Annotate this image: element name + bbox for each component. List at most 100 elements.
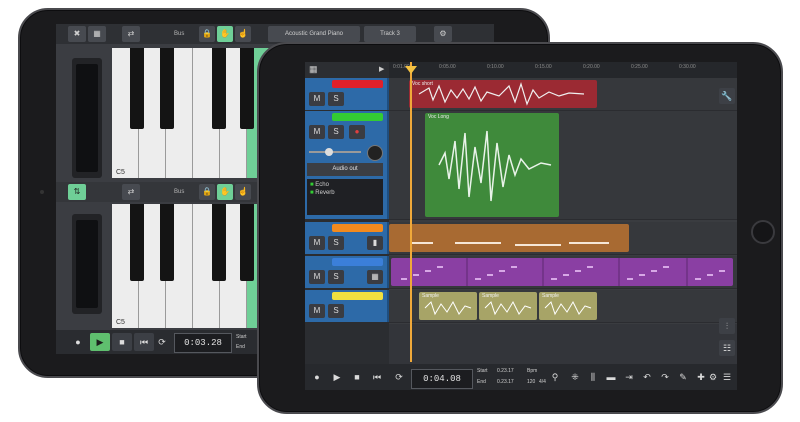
waveform	[424, 300, 472, 316]
effect-reverb[interactable]: ■ Reverb	[310, 190, 335, 196]
loop-button[interactable]: ⟳	[391, 369, 407, 385]
playhead-marker[interactable]	[405, 66, 417, 74]
snap-icon[interactable]: ⁜	[567, 369, 583, 385]
stop-button[interactable]: ■	[112, 333, 132, 351]
bus-label: Bus	[174, 189, 185, 195]
instrument-selector[interactable]: Acoustic Grand Piano	[268, 26, 360, 42]
stop-button[interactable]: ■	[349, 369, 365, 385]
eq-icon[interactable]: ☷	[719, 340, 735, 356]
track-lane-2[interactable]: Voc Long	[389, 111, 737, 220]
arrows-icon[interactable]: ⇄	[122, 184, 140, 200]
menu-icon[interactable]: ☰	[719, 369, 735, 385]
record-arm-button[interactable]: ●	[349, 125, 365, 139]
track-color	[332, 224, 383, 232]
front-transport-bar: ● ▶ ■ ⏮ ⟳ 0:04.08 Start End 0.23.17 0.23…	[305, 364, 737, 390]
track-header-3[interactable]: M S ▮	[305, 222, 389, 254]
black-key[interactable]	[160, 204, 174, 281]
front-tablet-screen: ▦ ▶ 0:01.00 0:05.00 0:10.00 0:15.00 0:20…	[305, 62, 737, 390]
bpm-value[interactable]: 120	[527, 379, 535, 385]
start-label: Start	[477, 368, 488, 374]
hand-alt-icon[interactable]: ☝	[235, 184, 251, 200]
effect-echo[interactable]: ■ Echo	[310, 182, 329, 188]
mute-button[interactable]: M	[309, 92, 325, 106]
piano-roll-icon[interactable]: ▬	[603, 369, 619, 385]
solo-button[interactable]: S	[328, 236, 344, 250]
record-button[interactable]: ●	[68, 333, 88, 351]
track-header-1[interactable]: M S	[305, 78, 389, 110]
black-key[interactable]	[160, 48, 174, 129]
audio-out-button[interactable]: Audio out	[307, 163, 383, 176]
mixer-icon[interactable]: ⫶	[719, 318, 735, 334]
track-lane-4[interactable]	[389, 256, 737, 289]
mute-button[interactable]: M	[309, 125, 325, 139]
wrench-icon[interactable]: 🔧	[719, 88, 735, 104]
sample-clip[interactable]: Sample	[539, 292, 597, 320]
grid-toggle[interactable]: ▦ ▶	[305, 62, 389, 78]
close-button[interactable]: ✖	[68, 26, 86, 42]
black-key[interactable]	[240, 48, 254, 129]
empty-lane[interactable]	[389, 324, 737, 365]
rewind-button[interactable]: ⏮	[134, 333, 154, 351]
pan-knob[interactable]	[367, 145, 383, 161]
bpm-label: Bpm	[527, 368, 538, 374]
sample-clip[interactable]: Sample	[479, 292, 537, 320]
keyboard-layout-icon[interactable]: ⇅	[68, 184, 86, 200]
black-key[interactable]	[212, 48, 226, 129]
play-button[interactable]: ▶	[90, 333, 110, 351]
sample-clip[interactable]: Sample	[419, 292, 477, 320]
pattern-clip-purple[interactable]	[391, 258, 733, 286]
black-key[interactable]	[240, 204, 254, 281]
pitch-wheel[interactable]	[72, 58, 102, 178]
solo-button[interactable]: S	[328, 270, 344, 284]
solo-button[interactable]: S	[328, 125, 344, 139]
lock-icon[interactable]: 🔒	[199, 184, 215, 200]
black-key[interactable]	[130, 204, 144, 281]
redo-icon[interactable]: ↷	[657, 369, 673, 385]
piano-icon[interactable]: ▦	[88, 26, 106, 42]
metronome-icon[interactable]: ⚲	[547, 369, 563, 385]
midi-notes	[411, 242, 609, 246]
time-signature[interactable]: 4/4	[539, 379, 546, 385]
record-button[interactable]: ●	[309, 369, 325, 385]
play-button[interactable]: ▶	[329, 369, 345, 385]
pencil-icon[interactable]: ✎	[675, 369, 691, 385]
pad-icon[interactable]: ▦	[367, 270, 383, 284]
undo-icon[interactable]: ↶	[639, 369, 655, 385]
audio-clip-red[interactable]: Voc short	[409, 80, 597, 108]
arrows-icon[interactable]: ⇄	[122, 26, 140, 42]
start-value[interactable]: 0.23.17	[497, 368, 514, 374]
track-header-4[interactable]: M S ▦	[305, 256, 389, 288]
hand-icon[interactable]: ✋	[217, 26, 233, 42]
volume-knob[interactable]	[325, 148, 333, 156]
solo-button[interactable]: S	[328, 92, 344, 106]
timeline-ruler[interactable]: 0:01.00 0:05.00 0:10.00 0:15.00 0:20.00 …	[389, 62, 737, 78]
track-lane-5[interactable]: Sample Sample Sample	[389, 290, 737, 323]
audio-clip-green[interactable]: Voc Long	[425, 113, 559, 217]
modulation-wheel[interactable]	[72, 214, 102, 314]
gear-icon[interactable]: ⚙	[434, 26, 452, 42]
mute-button[interactable]: M	[309, 304, 325, 318]
playhead[interactable]	[410, 62, 412, 362]
hand-icon[interactable]: ✋	[217, 184, 233, 200]
mute-button[interactable]: M	[309, 236, 325, 250]
track-header-5[interactable]: M S	[305, 290, 389, 322]
black-key[interactable]	[130, 48, 144, 129]
end-value[interactable]: 0.23.17	[497, 379, 514, 385]
instrument-icon[interactable]: ▮	[367, 236, 383, 250]
track-lane-1[interactable]: Voc short	[389, 78, 737, 111]
track-header-2[interactable]: M S ● Audio out ■ Echo ■ Reverb	[305, 111, 389, 219]
black-key[interactable]	[212, 204, 226, 281]
split-icon[interactable]: ⇥	[621, 369, 637, 385]
solo-button[interactable]: S	[328, 304, 344, 318]
home-button[interactable]	[751, 220, 775, 244]
track-selector[interactable]: Track 3	[364, 26, 416, 42]
loop-button[interactable]: ⟳	[152, 333, 172, 351]
midi-clip-orange[interactable]	[389, 224, 629, 252]
track-lane-3[interactable]	[389, 222, 737, 255]
mute-button[interactable]: M	[309, 270, 325, 284]
hand-alt-icon[interactable]: ☝	[235, 26, 251, 42]
rewind-button[interactable]: ⏮	[369, 369, 385, 385]
sliders-icon[interactable]: ⫼	[585, 369, 601, 385]
lock-icon[interactable]: 🔒	[199, 26, 215, 42]
volume-slider[interactable]	[309, 151, 361, 153]
